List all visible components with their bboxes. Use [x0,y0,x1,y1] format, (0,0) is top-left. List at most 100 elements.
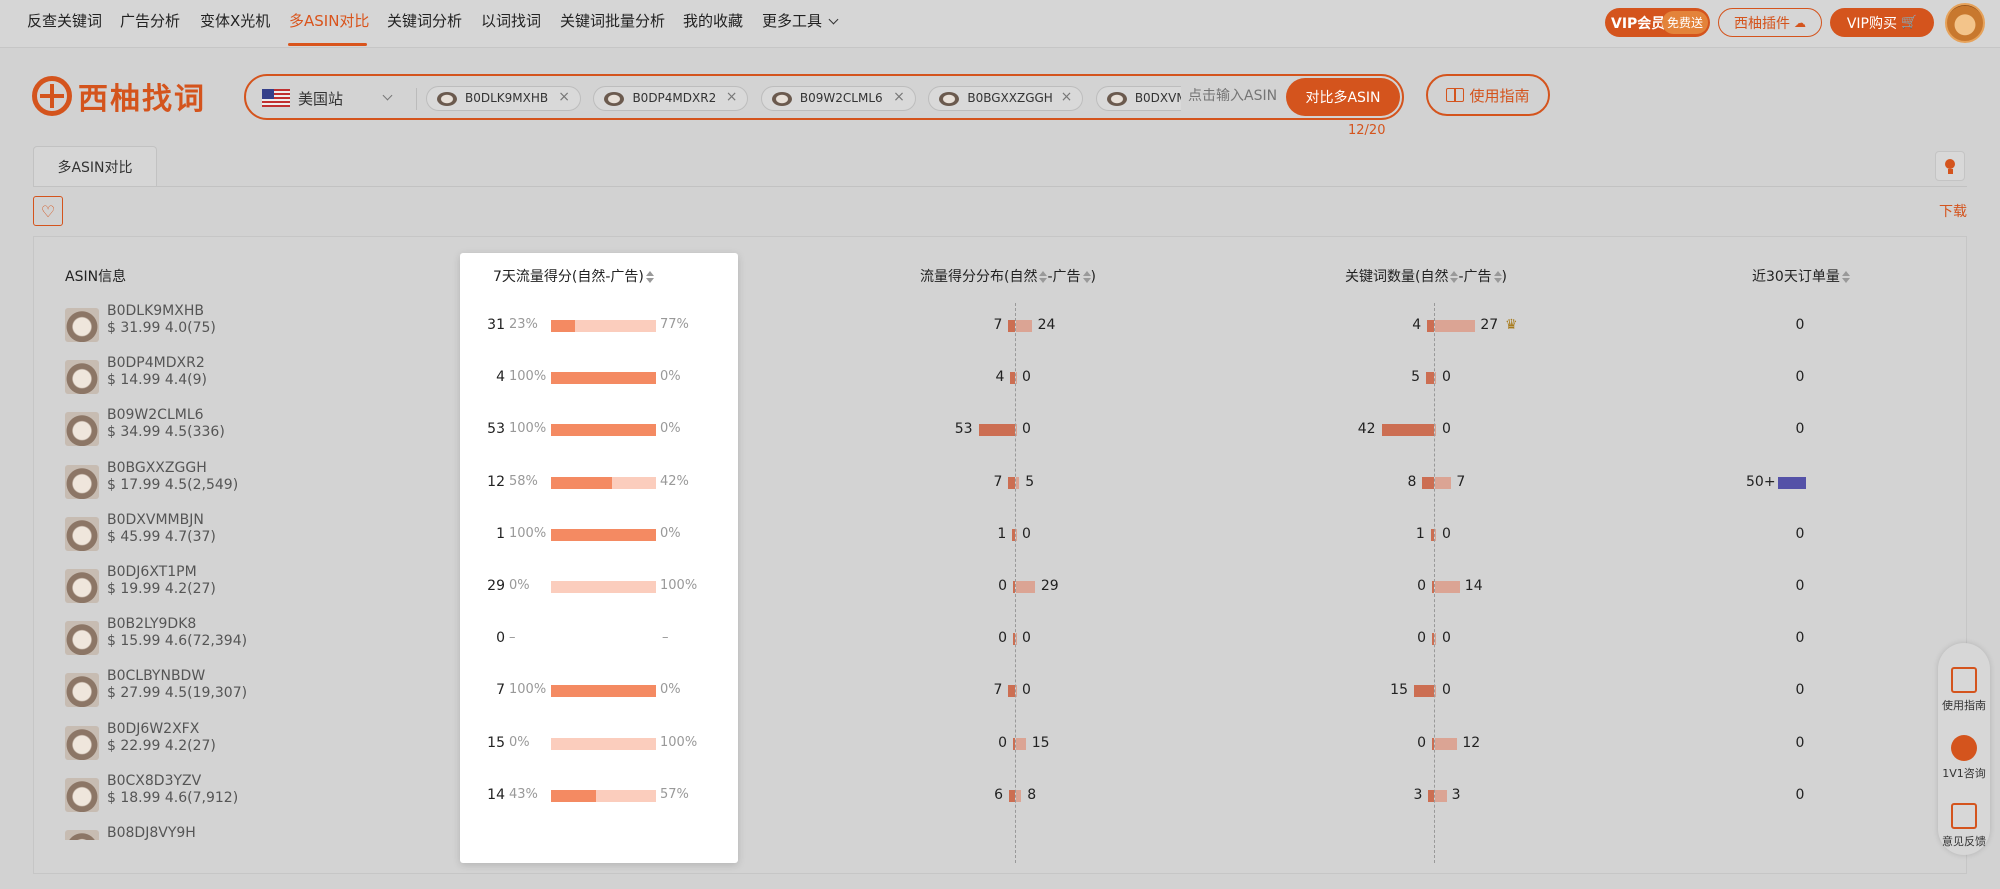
asin-code[interactable]: B08DJ8VY9H [107,825,196,840]
vip-buy-button[interactable]: VIP购买 🛒 [1830,8,1934,37]
product-thumbnail[interactable] [65,725,99,760]
product-thumbnail[interactable] [65,516,99,551]
keyword-bar-natural [1432,737,1434,750]
asin-code[interactable]: B0DLK9MXHB [107,303,204,319]
avatar[interactable] [1945,3,1985,43]
orders-30d: 0 [1795,317,1805,333]
product-thumbnail[interactable] [65,569,99,603]
orders-30d: 0 [1795,734,1805,751]
asin-input[interactable] [1188,88,1278,104]
distribution-ad: 0 [1022,682,1031,699]
nav-more-tools[interactable]: 更多工具 [762,10,839,31]
vip-member-button[interactable]: VIP会员 免费送 [1605,8,1710,37]
keyword-natural: 1 [1415,525,1425,542]
keyword-ad: 27 [1480,317,1499,333]
asin-tag[interactable]: B0DLK9MXHB × [426,86,581,111]
nav-favorites[interactable]: 我的收藏 [683,10,743,31]
nav-variant-xray[interactable]: 变体X光机 [200,10,270,31]
tab-multi-asin[interactable]: 多ASIN对比 [33,146,157,187]
product-thumbnail[interactable] [65,360,99,395]
top-nav: 反查关键词 广告分析 变体X光机 多ASIN对比 关键词分析 以词找词 关键词批… [0,0,2000,48]
distribution-bar-natural [1013,737,1015,750]
product-thumbnail[interactable] [65,830,99,840]
asin-code[interactable]: B0DJ6XT1PM [107,564,197,580]
asin-code[interactable]: B0DXVMMBJN [107,512,204,528]
distribution-bar-natural [1008,476,1015,489]
asin-tag[interactable]: B0DP4MDXR2 × [593,86,749,111]
asin-code[interactable]: B0BGXXZGGH [107,460,207,476]
orders-30d: 0 [1795,421,1805,438]
close-icon[interactable]: × [1061,89,1073,105]
distribution-natural: 7 [993,317,1003,333]
sidebar-consult-label: 1V1咨询 [1942,767,1986,780]
sidebar-feedback[interactable]: 意见反馈 [1938,803,1990,849]
asin-tag[interactable]: B0DXVMMBJN× [1095,86,1181,111]
product-thumbnail[interactable] [65,412,99,447]
asin-code[interactable]: B0DP4MDXR2 [107,355,205,371]
download-link[interactable]: 下载 [1939,201,1967,221]
asin-tag[interactable]: B0BGXXZGGH × [928,86,1084,111]
sort-icon[interactable] [1450,271,1459,283]
site-select[interactable]: 美国站 [298,88,343,109]
keyword-natural: 42 [1357,421,1376,438]
logo[interactable]: 西柚找词 [32,74,206,118]
nav-keyword-analysis[interactable]: 关键词分析 [387,10,462,31]
sort-icon[interactable] [1039,271,1048,283]
asin-code[interactable]: B09W2CLML6 [107,407,204,423]
sidebar-guide[interactable]: 使用指南 [1938,667,1990,713]
nav-reverse-keyword[interactable]: 反查关键词 [27,10,102,31]
keyword-natural: 0 [1417,734,1426,751]
distribution-natural: 0 [998,578,1007,594]
keyword-bar-ad [1435,476,1452,489]
header-traffic-score[interactable]: 7天流量得分(自然-广告) [493,266,654,286]
sort-icon[interactable] [645,271,654,283]
product-thumbnail[interactable] [65,777,99,812]
header-label: ) [1090,269,1096,285]
nav-batch-keyword[interactable]: 关键词批量分析 [560,10,665,31]
asin-code[interactable]: B0CLBYNBDW [107,668,205,684]
logo-icon [32,76,72,116]
distribution-bar-ad [1016,737,1026,750]
natural-percent: 58% [509,473,538,489]
favorite-button[interactable]: ♡ [33,196,63,226]
keyword-bar-natural [1422,476,1434,489]
compare-asin-button[interactable]: 对比多ASIN [1286,78,1400,116]
header-asin-info: ASIN信息 [65,269,127,285]
guide-button[interactable]: 使用指南 [1426,74,1550,116]
product-thumbnail[interactable] [65,621,99,656]
lightbulb-icon[interactable] [1935,151,1965,181]
nav-word-to-word[interactable]: 以词找词 [481,10,541,31]
crown-icon: ♛ [1505,317,1518,333]
score-bar-natural [551,685,656,698]
asin-code[interactable]: B0B2LY9DK8 [107,616,196,632]
close-icon[interactable]: × [558,89,570,105]
asin-code[interactable]: B0CX8D3YZV [107,773,201,789]
table-row: B09W2CLML6 $ 34.99 4.5(336) 53 100% 0% 53 0 42 0… [0,404,2000,456]
close-icon[interactable]: × [893,89,905,105]
sidebar-consult[interactable]: 1V1咨询 [1938,735,1990,781]
edit-icon [1951,803,1977,829]
product-thumbnail[interactable] [65,464,99,499]
vip-member-label: VIP会员 [1611,15,1666,32]
close-icon[interactable]: × [726,89,738,105]
keyword-bar-ad [1435,685,1436,698]
asin-search-bar: 美国站 B0DLK9MXHB × B0DP4MDXR2 × B09W2CLML6 × … [244,74,1404,120]
table-row: B0CX8D3YZV $ 18.99 4.6(7,912) 14 43% 57% 6 8 3 3… [0,770,2000,822]
price-rating: $ 22.99 4.2(27) [107,737,216,754]
traffic-score: 14 [487,786,505,803]
header-orders-30d[interactable]: 近30天订单量 [1752,266,1850,286]
asin-tag[interactable]: B09W2CLML6 × [760,86,916,111]
sort-icon[interactable] [1493,271,1502,283]
sidebar-feedback-label: 意见反馈 [1942,835,1986,848]
sort-icon[interactable] [1841,271,1850,283]
plugin-button[interactable]: 西柚插件 ☁ [1718,8,1822,37]
chevron-down-icon[interactable] [382,90,393,101]
sort-icon[interactable] [1082,271,1091,283]
price-rating: $ 17.99 4.5(2,549) [107,476,239,493]
product-thumbnail[interactable] [65,308,99,342]
vip-free-badge: 免费送 [1661,11,1708,34]
nav-multi-asin[interactable]: 多ASIN对比 [289,10,369,31]
nav-ad-analysis[interactable]: 广告分析 [120,10,180,31]
product-thumbnail[interactable] [65,673,99,708]
asin-code[interactable]: B0DJ6W2XFX [107,721,199,737]
